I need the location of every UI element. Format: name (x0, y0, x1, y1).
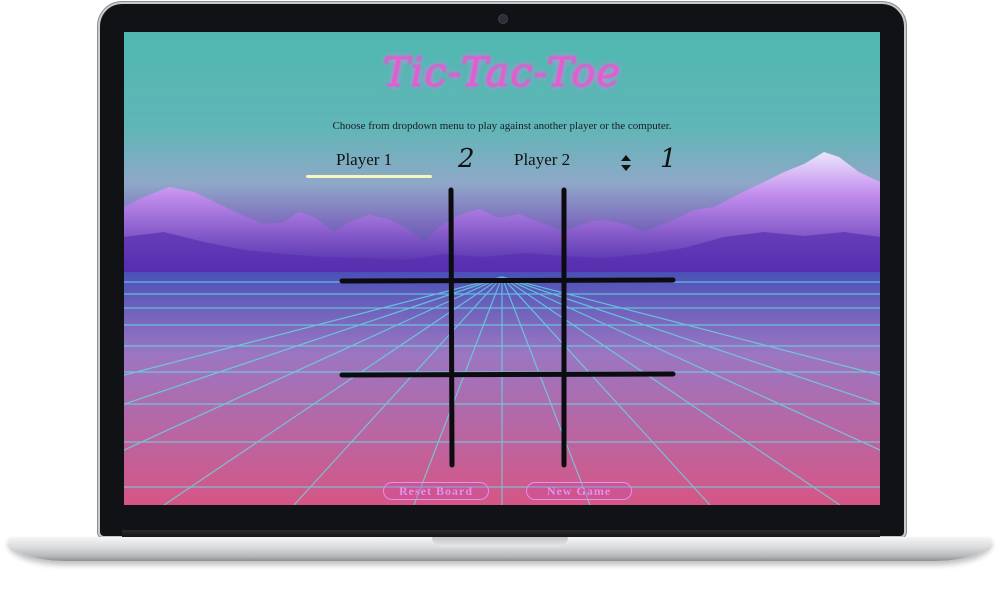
laptop-notch (432, 537, 568, 547)
webcam-icon (498, 14, 508, 24)
reset-board-button[interactable]: Reset Board (383, 482, 489, 500)
board-cell-5[interactable] (455, 283, 561, 372)
board-line-vertical-left (448, 187, 455, 468)
board-cell-9[interactable] (567, 378, 671, 464)
board-cell-1[interactable] (344, 192, 448, 278)
board-cell-4[interactable] (344, 283, 448, 372)
board-cell-6[interactable] (567, 283, 671, 372)
board-cell-3[interactable] (567, 192, 671, 278)
new-game-button[interactable]: New Game (526, 482, 632, 500)
game-screen: Tic-Tac-Toe Choose from dropdown menu to… (124, 32, 880, 505)
board-cell-2[interactable] (455, 192, 561, 278)
board-line-horizontal-top (339, 277, 676, 284)
board-cell-7[interactable] (344, 378, 448, 464)
board-line-horizontal-bottom (339, 371, 676, 378)
game-board (339, 187, 676, 468)
board-cell-8[interactable] (455, 378, 561, 464)
